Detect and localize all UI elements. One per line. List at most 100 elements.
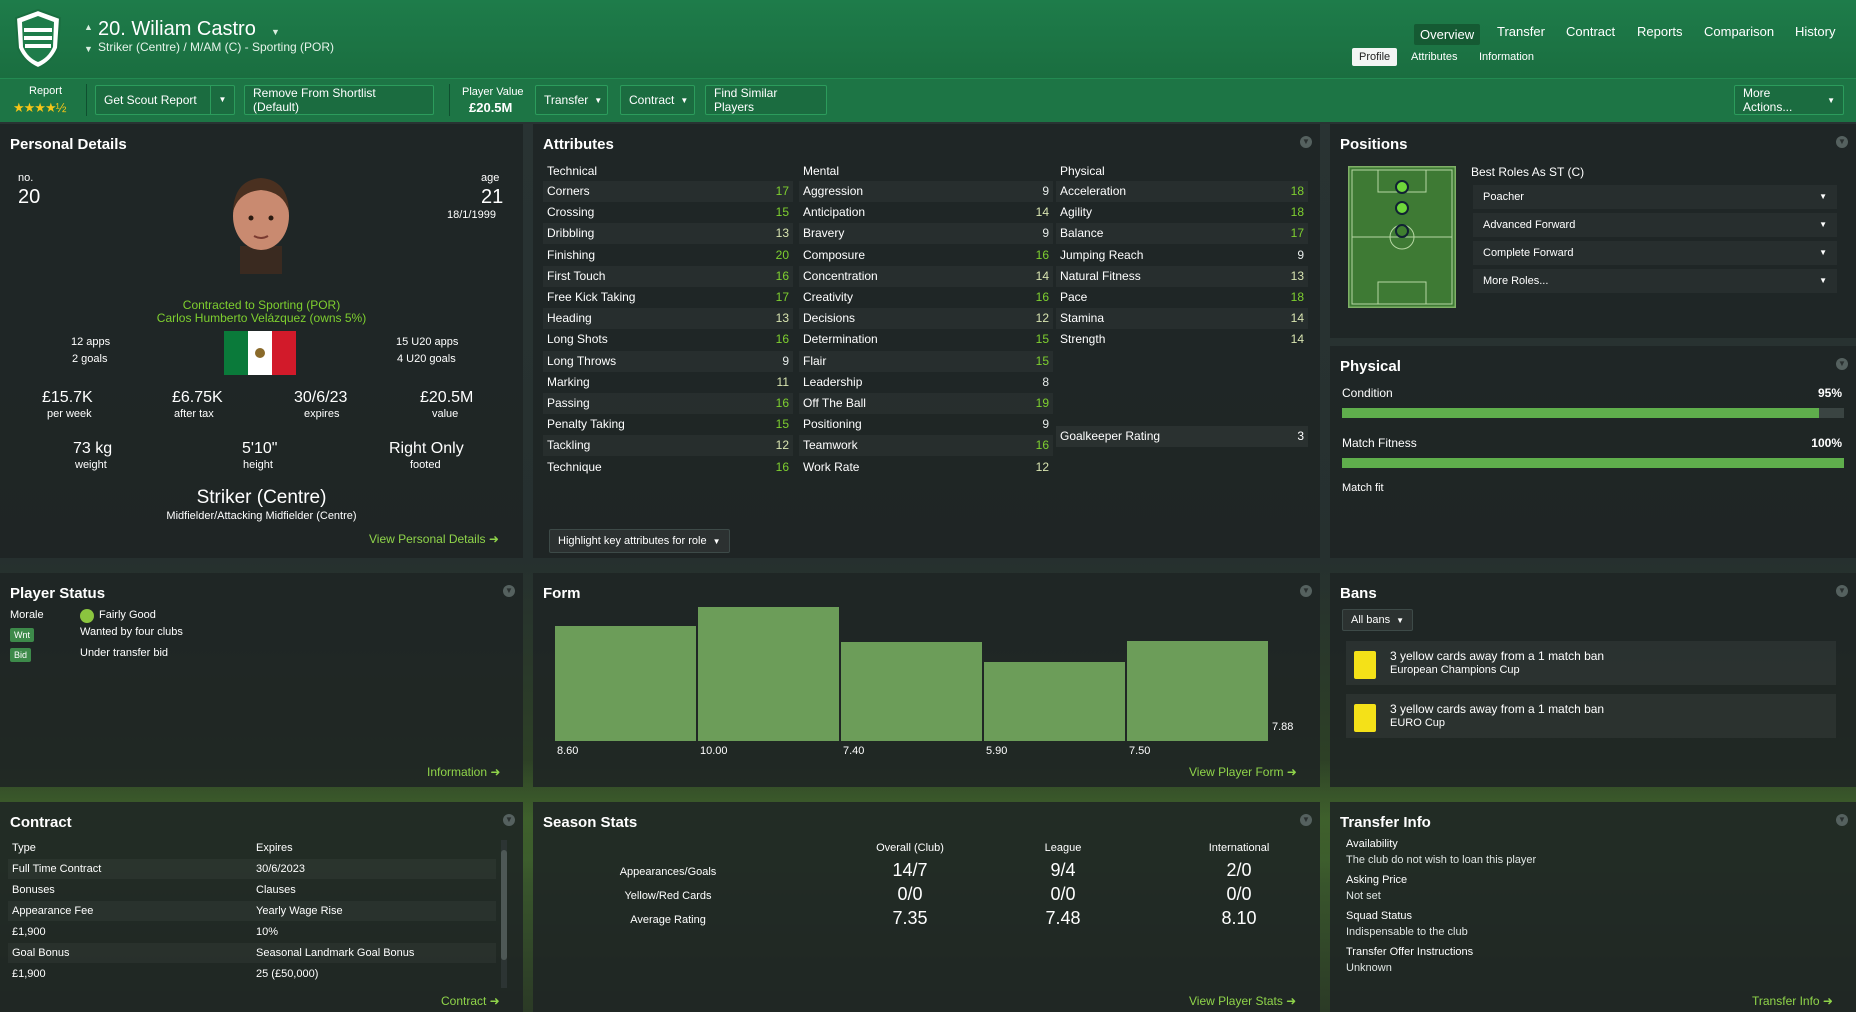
physical-panel: Physical ▼ Condition 95% Match Fitness 1… [1330,346,1856,558]
attribute-name: Off The Ball [803,396,866,410]
attribute-value: 12 [775,438,789,453]
panel-title: Physical [1340,358,1401,375]
attribute-name: Leadership [803,374,863,389]
transfer-button[interactable]: Transfer ▼ [535,85,608,115]
contract-row [8,922,496,942]
tab-contract[interactable]: Contract [1566,24,1615,39]
attribute-name: Creativity [803,290,854,304]
panel-menu-icon[interactable]: ▼ [1836,136,1848,148]
contract-link[interactable]: Contract ➜ [441,994,500,1008]
attribute-row: Teamwork 16 [799,435,1053,457]
attribute-row: Crossing 15 [543,202,793,223]
more-roles-dropdown[interactable]: More Roles... ▼ [1473,269,1837,293]
form-bar-label: 8.60 [557,745,579,757]
attribute-value: 17 [775,184,789,198]
third-party-owner[interactable]: Carlos Humberto Velázquez (owns 5%) [0,311,523,325]
attribute-value: 9 [1042,226,1049,241]
view-personal-details-link[interactable]: View Personal Details ➜ [369,532,499,546]
scout-dropdown-icon[interactable]: ▼ [210,86,234,114]
contract-club[interactable]: Contracted to Sporting (POR) [0,298,523,312]
attribute-row: Strength 14 [1056,329,1308,350]
subtab-attributes[interactable]: Attributes [1404,48,1464,66]
panel-title: Attributes [543,136,614,153]
tab-transfer[interactable]: Transfer [1497,24,1545,39]
attribute-value: 9 [1042,417,1049,432]
remove-shortlist-button[interactable]: Remove From Shortlist (Default) [244,85,434,115]
season-row-label: Average Rating [630,914,706,926]
tab-comparison[interactable]: Comparison [1704,24,1774,39]
attribute-row: Technique 16 [543,457,793,478]
view-player-stats-link[interactable]: View Player Stats ➜ [1189,994,1296,1008]
panel-menu-icon[interactable]: ▼ [1836,814,1848,826]
bans-panel: Bans ▼ All bans ▼ 3 yellow cards away fro… [1330,573,1856,787]
panel-menu-icon[interactable]: ▼ [503,585,515,597]
after-tax: £6.75K [172,389,223,406]
wage-label: per week [47,408,92,420]
u20-apps: 15 U20 apps [396,336,459,348]
get-scout-report-button[interactable]: Get Scout Report ▼ [95,85,235,115]
view-player-form-link[interactable]: View Player Form ➜ [1189,765,1297,779]
role-complete-forward[interactable]: Complete Forward ▼ [1473,241,1837,265]
condition-value: 95% [1817,386,1842,400]
attribute-row: Positioning 9 [799,414,1053,435]
height-label: height [243,459,273,471]
role-poacher[interactable]: Poacher ▼ [1473,185,1837,209]
attribute-row: Pace 18 [1056,287,1308,308]
personal-details-panel: Personal Details no. 20 age 21 18/1/1999… [0,124,523,558]
tab-overview[interactable]: Overview [1414,24,1481,45]
match-fitness-bar [1342,458,1844,468]
attribute-name: Strength [1060,332,1106,347]
player-name[interactable]: 20. Wiliam Castro [98,18,256,41]
u20-goals: 4 U20 goals [397,353,456,365]
attribute-value: 16 [775,396,789,410]
information-link[interactable]: Information ➜ [427,765,500,779]
contract-row [8,943,496,963]
contract-scrollbar[interactable] [501,840,507,988]
all-bans-dropdown[interactable]: All bans ▼ [1342,609,1414,631]
next-player-icon[interactable]: ▼ [84,44,93,54]
subtab-profile[interactable]: Profile [1352,48,1398,66]
attribute-row: Penalty Taking 15 [543,414,793,435]
prev-player-icon[interactable]: ▲ [84,22,93,32]
yellow-card-icon [1354,651,1376,679]
more-actions-button[interactable]: More Actions... ▼ [1734,85,1844,115]
contract-cell: Type [12,842,36,854]
col-overall: Overall (Club) [876,842,944,854]
report-stars[interactable]: ★★★★½ [13,100,66,116]
col-international: International [1208,842,1270,854]
highlight-role-dropdown[interactable]: Highlight key attributes for role ▼ [549,529,730,553]
panel-menu-icon[interactable]: ▼ [1836,585,1848,597]
player-value: £20.5M [469,100,513,115]
attribute-name: Determination [803,332,878,347]
squad-number: 20 [18,186,41,208]
panel-menu-icon[interactable]: ▼ [1300,136,1312,148]
secondary-position: Midfielder/Attacking Midfielder (Centre) [166,510,357,522]
player-menu-icon[interactable]: ▼ [271,27,280,37]
contract-cell: Yearly Wage Rise [256,905,343,917]
season-international: 0/0 [1226,884,1252,904]
panel-menu-icon[interactable]: ▼ [1836,358,1848,370]
morale-icon [80,609,94,623]
panel-menu-icon[interactable]: ▼ [1300,814,1312,826]
contract-button[interactable]: Contract ▼ [620,85,695,115]
attribute-name: Bravery [803,226,845,241]
attribute-value: 16 [775,332,789,347]
tab-reports[interactable]: Reports [1637,24,1683,39]
role-advanced-forward[interactable]: Advanced Forward ▼ [1473,213,1837,237]
season-row-label: Appearances/Goals [619,866,717,878]
attribute-row: Stamina 14 [1056,308,1308,330]
attribute-value: 14 [1035,205,1049,220]
subtab-information[interactable]: Information [1472,48,1541,66]
tab-history[interactable]: History [1795,24,1835,39]
attribute-value: 15 [1035,332,1049,347]
attribute-name: First Touch [547,268,606,283]
find-similar-button[interactable]: Find Similar Players [705,85,827,115]
transfer-info-link[interactable]: Transfer Info ➜ [1752,994,1833,1008]
match-fitness-value: 100% [1811,436,1842,450]
attribute-row: Acceleration 18 [1056,181,1308,202]
attribute-name: Flair [803,353,827,368]
panel-menu-icon[interactable]: ▼ [503,814,515,826]
attribute-value: 14 [1290,311,1304,326]
panel-title: Personal Details [10,136,127,153]
form-bar-label: 5.90 [986,745,1008,757]
